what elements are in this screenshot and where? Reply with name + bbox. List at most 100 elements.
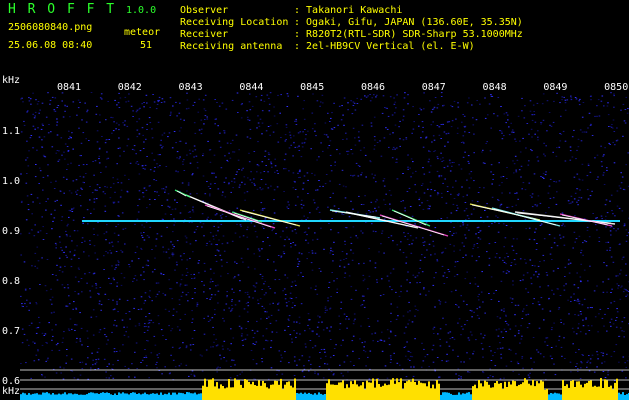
noise-pixel <box>189 162 192 164</box>
noise-pixel <box>602 174 605 176</box>
noise-pixel <box>522 182 525 184</box>
noise-pixel <box>115 264 117 266</box>
noise-pixel <box>359 338 361 340</box>
noise-pixel <box>500 331 503 333</box>
noise-pixel <box>234 261 236 263</box>
noise-pixel <box>356 237 359 239</box>
noise-pixel <box>222 317 224 319</box>
noise-pixel <box>283 168 285 170</box>
noise-pixel <box>578 179 581 181</box>
noise-pixel <box>561 355 563 357</box>
noise-pixel <box>318 211 321 213</box>
noise-pixel <box>389 96 392 98</box>
noise-pixel <box>383 178 386 180</box>
noise-pixel <box>410 176 412 178</box>
noise-pixel <box>86 209 89 211</box>
noise-pixel <box>51 96 54 98</box>
noise-pixel <box>68 303 71 305</box>
noise-pixel <box>28 232 31 234</box>
level-base <box>130 393 132 400</box>
level-base <box>182 393 184 400</box>
noise-pixel <box>525 288 527 290</box>
noise-pixel <box>596 217 598 219</box>
noise-pixel <box>361 304 364 306</box>
noise-pixel <box>520 165 523 167</box>
noise-pixel <box>360 305 362 307</box>
noise-pixel <box>299 171 301 173</box>
noise-pixel <box>525 228 527 230</box>
noise-pixel <box>447 332 450 334</box>
noise-pixel <box>254 184 256 186</box>
noise-pixel <box>440 138 442 139</box>
noise-pixel <box>301 371 304 373</box>
noise-pixel <box>373 116 376 118</box>
freq-tick-label: 0.7 <box>2 326 20 337</box>
noise-pixel <box>537 351 540 353</box>
noise-pixel <box>462 141 464 143</box>
noise-pixel <box>303 215 305 217</box>
noise-pixel <box>450 126 453 128</box>
noise-pixel <box>385 107 388 109</box>
noise-pixel <box>188 375 190 377</box>
level-bar <box>368 382 370 400</box>
noise-pixel <box>581 362 583 364</box>
noise-pixel <box>26 157 29 159</box>
noise-pixel <box>99 121 101 123</box>
noise-pixel <box>175 311 178 313</box>
noise-pixel <box>20 98 22 100</box>
noise-pixel <box>35 164 37 165</box>
noise-pixel <box>542 93 545 95</box>
noise-pixel <box>463 115 466 117</box>
level-bar <box>278 384 280 400</box>
noise-pixel <box>523 117 526 119</box>
noise-pixel <box>157 315 160 317</box>
noise-pixel <box>333 102 335 104</box>
noise-pixel <box>389 362 392 363</box>
noise-pixel <box>346 138 348 140</box>
noise-pixel <box>467 155 470 157</box>
noise-pixel <box>423 241 426 243</box>
noise-pixel <box>291 281 294 283</box>
noise-pixel <box>87 357 89 359</box>
noise-pixel <box>361 232 364 234</box>
noise-pixel <box>449 331 452 333</box>
noise-pixel <box>234 364 236 366</box>
noise-pixel <box>370 125 373 127</box>
noise-pixel <box>528 238 531 240</box>
noise-pixel <box>483 187 485 189</box>
noise-pixel <box>86 109 89 111</box>
level-base <box>76 393 78 400</box>
level-base <box>136 394 138 400</box>
noise-pixel <box>298 252 301 254</box>
noise-pixel <box>396 147 398 149</box>
noise-pixel <box>136 109 139 111</box>
noise-pixel <box>106 366 109 367</box>
noise-pixel <box>68 329 71 331</box>
noise-pixel <box>110 252 113 254</box>
noise-pixel <box>209 183 212 185</box>
noise-pixel <box>462 257 464 258</box>
noise-pixel <box>51 146 54 148</box>
noise-pixel <box>354 137 356 139</box>
noise-pixel <box>615 344 618 346</box>
noise-pixel <box>616 190 619 192</box>
noise-pixel <box>330 117 332 119</box>
noise-pixel <box>383 137 386 139</box>
noise-pixel <box>302 204 305 206</box>
noise-pixel <box>500 130 503 132</box>
level-bar <box>252 381 254 400</box>
noise-pixel <box>174 208 177 210</box>
noise-pixel <box>214 294 217 296</box>
noise-pixel <box>426 200 429 202</box>
noise-pixel <box>419 282 421 283</box>
noise-pixel <box>444 301 447 303</box>
noise-pixel <box>259 273 262 275</box>
noise-pixel <box>222 191 224 193</box>
noise-pixel <box>549 310 552 312</box>
noise-pixel <box>263 100 266 102</box>
noise-pixel <box>363 349 365 351</box>
noise-pixel <box>365 176 367 178</box>
noise-pixel <box>270 340 273 342</box>
noise-pixel <box>189 217 192 218</box>
noise-pixel <box>257 115 259 117</box>
